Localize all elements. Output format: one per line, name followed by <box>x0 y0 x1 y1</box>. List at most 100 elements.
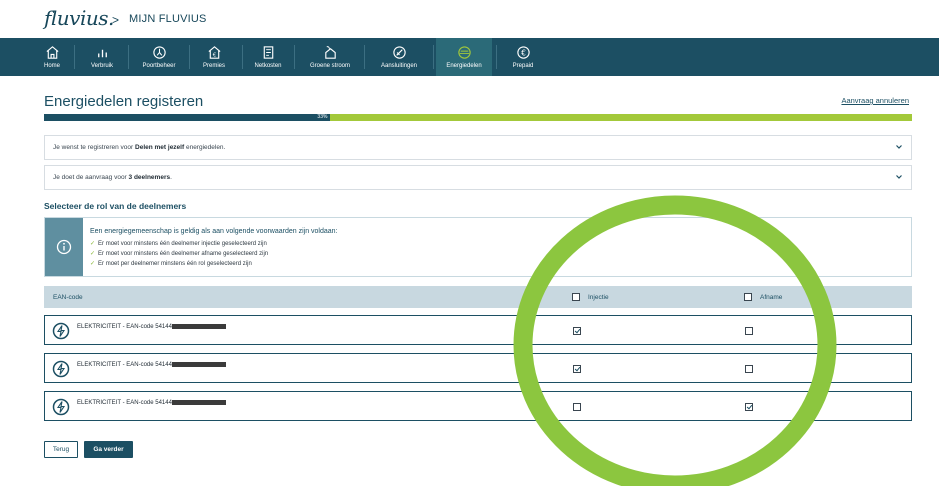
table-row: ELEKTRICITEIT - EAN-code 54144 <box>44 353 912 383</box>
nav-divider <box>433 45 434 69</box>
accordion-registration-type[interactable]: Je wenst te registreren voor Delen met j… <box>44 135 912 160</box>
column-header-injectie: Injectie <box>572 293 609 301</box>
afname-checkbox[interactable] <box>745 327 753 335</box>
info-condition-text: Er moet voor minstens één deelnemer inje… <box>98 241 267 247</box>
nav-label: Groene stroom <box>309 62 351 69</box>
nav-divider <box>496 45 497 69</box>
ean-label-text: ELEKTRICITEIT - EAN-code 54144 <box>77 362 172 369</box>
nav-divider <box>364 45 365 69</box>
electricity-icon <box>52 322 70 340</box>
chevron-down-icon[interactable] <box>895 143 903 151</box>
chevron-down-icon[interactable] <box>895 173 903 181</box>
nav-item-groene-stroom[interactable]: Groene stroom <box>302 38 358 76</box>
column-header-afname-label: Afname <box>760 293 783 301</box>
accordion-text-prefix: Je wenst te registreren voor <box>53 144 136 151</box>
gate-icon <box>152 45 166 59</box>
svg-text:€: € <box>212 52 216 58</box>
injectie-checkbox[interactable] <box>573 403 581 411</box>
nav-label: Prepaid <box>512 62 534 69</box>
energy-sharing-icon <box>457 45 471 59</box>
svg-text:€: € <box>521 48 526 57</box>
nav-divider <box>294 45 295 69</box>
main-navigation: Home Verbruik Poortbeheer € Premies Netk… <box>0 38 939 76</box>
progress-fill: 33% <box>44 114 331 121</box>
redacted-ean <box>171 324 226 329</box>
accordion-text-bold: Delen met jezelf <box>135 144 185 151</box>
accordion-participants[interactable]: Je doet de aanvraag voor 3 deelnemers. <box>44 165 912 190</box>
accordion-text-prefix: Je doet de aanvraag voor <box>53 174 129 181</box>
accordion-text: Je doet de aanvraag voor 3 deelnemers. <box>53 174 172 181</box>
nav-item-aansluitingen[interactable]: Aansluitingen <box>371 38 427 76</box>
accordion-text-bold: 3 deelnemers <box>128 174 171 181</box>
nav-label: Aansluitingen <box>380 62 418 69</box>
redacted-ean <box>171 362 226 367</box>
table-header: EAN-code Injectie Afname <box>44 286 912 308</box>
section-title: Selecteer de rol van de deelnemers <box>44 201 187 211</box>
nav-item-home[interactable]: Home <box>38 38 66 76</box>
nav-item-netkosten[interactable]: Netkosten <box>250 38 286 76</box>
accordion-text-suffix: . <box>170 174 172 181</box>
nav-item-poortbeheer[interactable]: Poortbeheer <box>136 38 182 76</box>
info-box: Een energiegemeenschap is geldig als aan… <box>44 217 912 277</box>
select-all-afname-checkbox[interactable] <box>744 293 752 301</box>
green-power-icon <box>324 45 336 59</box>
top-header: fluvius. > MIJN FLUVIUS <box>0 0 939 38</box>
nav-divider <box>128 45 129 69</box>
continue-button[interactable]: Ga verder <box>84 441 133 458</box>
electricity-icon <box>52 398 70 416</box>
afname-checkbox[interactable] <box>745 365 753 373</box>
check-icon: ✓ <box>90 251 96 257</box>
info-icon <box>56 239 72 255</box>
nav-divider <box>189 45 190 69</box>
breadcrumb-mijn-fluvius[interactable]: MIJN FLUVIUS <box>129 13 207 25</box>
info-condition: ✓ Er moet voor minstens één deelnemer afn… <box>90 250 268 257</box>
afname-checkbox[interactable] <box>745 403 753 411</box>
nav-item-premies[interactable]: € Premies <box>197 38 231 76</box>
info-condition-text: Er moet per deelnemer minstens één rol g… <box>98 261 252 267</box>
back-button[interactable]: Terug <box>44 441 78 458</box>
table-row: ELEKTRICITEIT - EAN-code 54144 <box>44 391 912 421</box>
home-icon <box>46 45 58 59</box>
ean-label-text: ELEKTRICITEIT - EAN-code 54144 <box>77 324 172 331</box>
cancel-request-link[interactable]: Aanvraag annuleren <box>841 96 909 105</box>
bar-chart-icon <box>97 49 107 57</box>
nav-divider <box>74 45 75 69</box>
ean-label: ELEKTRICITEIT - EAN-code 54144 <box>77 362 226 368</box>
house-euro-icon: € <box>208 45 220 58</box>
ean-label: ELEKTRICITEIT - EAN-code 54144 <box>77 324 226 330</box>
page-title: Energiedelen registeren <box>44 93 204 110</box>
nav-item-energiedelen[interactable]: Energiedelen <box>436 38 492 76</box>
redacted-ean <box>171 400 226 405</box>
electricity-icon <box>52 360 70 378</box>
accordion-text: Je wenst te registreren voor Delen met j… <box>53 144 225 151</box>
info-condition-text: Er moet voor minstens één deelnemer afna… <box>98 251 269 257</box>
info-side-panel <box>45 218 83 276</box>
euro-icon: € <box>516 45 530 59</box>
column-header-ean: EAN-code <box>53 294 83 301</box>
nav-label: Netkosten <box>254 62 282 69</box>
check-icon: ✓ <box>90 241 96 247</box>
info-heading: Een energiegemeenschap is geldig als aan… <box>90 228 338 235</box>
invoice-icon <box>263 45 273 59</box>
info-condition: ✓ Er moet per deelnemer minstens één rol … <box>90 260 252 267</box>
nav-item-prepaid[interactable]: € Prepaid <box>505 38 541 76</box>
nav-label: Energiedelen <box>446 62 482 69</box>
check-icon: ✓ <box>90 261 96 267</box>
nav-label: Home <box>43 62 60 69</box>
nav-divider <box>242 45 243 69</box>
nav-item-verbruik[interactable]: Verbruik <box>82 38 122 76</box>
injectie-checkbox[interactable] <box>573 365 581 373</box>
column-header-injectie-label: Injectie <box>588 293 609 301</box>
progress-label: 33% <box>317 114 328 120</box>
nav-label: Verbruik <box>90 62 113 69</box>
fluvius-logo[interactable]: fluvius. <box>44 6 114 30</box>
injectie-checkbox[interactable] <box>573 327 581 335</box>
connection-icon <box>392 45 406 59</box>
table-row: ELEKTRICITEIT - EAN-code 54144 <box>44 315 912 345</box>
info-condition: ✓ Er moet voor minstens één deelnemer inj… <box>90 240 267 247</box>
progress-bar: 33% <box>44 114 912 121</box>
ean-label-text: ELEKTRICITEIT - EAN-code 54144 <box>77 400 172 407</box>
select-all-injectie-checkbox[interactable] <box>572 293 580 301</box>
breadcrumb-separator: > <box>112 13 120 27</box>
column-header-afname: Afname <box>744 293 782 301</box>
